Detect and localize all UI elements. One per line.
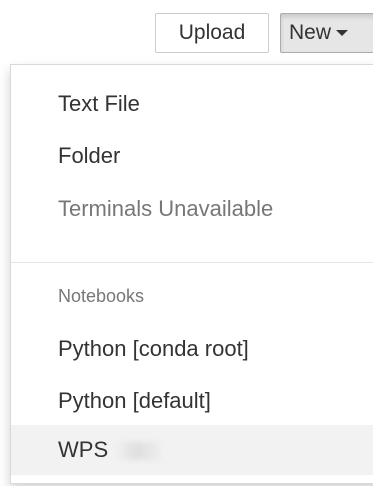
menu-item-text-file[interactable]: Text File	[11, 87, 373, 121]
menu-item-python-conda-root[interactable]: Python [conda root]	[11, 332, 373, 366]
file-browser-toolbar-area: Upload New Text File Folder Terminals Un…	[0, 0, 373, 486]
menu-item-terminals-unavailable: Terminals Unavailable	[58, 196, 274, 221]
new-dropdown-menu: Text File Folder Terminals Unavailable N…	[10, 64, 373, 484]
menu-item-python-default[interactable]: Python [default]	[11, 384, 373, 418]
upload-button[interactable]: Upload	[155, 13, 269, 53]
menu-divider	[11, 262, 373, 263]
caret-down-icon	[336, 30, 349, 37]
new-button-label: New	[289, 21, 332, 44]
new-dropdown-button[interactable]: New	[280, 13, 373, 53]
menu-item-wps-label: WPS	[58, 437, 109, 462]
menu-item-folder[interactable]: Folder	[11, 139, 373, 173]
menu-item-wps[interactable]: WPS	[11, 425, 373, 475]
menu-header-notebooks: Notebooks	[58, 286, 145, 306]
redacted-text	[114, 442, 161, 461]
